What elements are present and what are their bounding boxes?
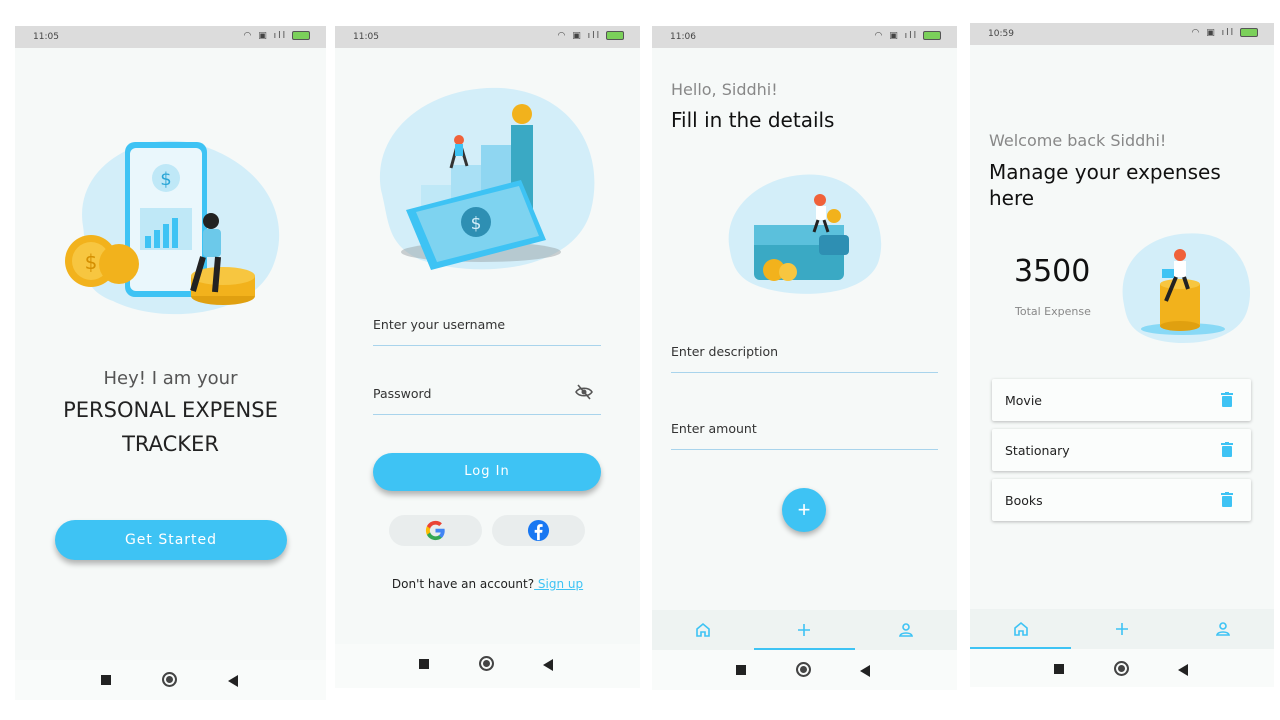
status-time: 11:06 <box>670 32 696 42</box>
back-button[interactable] <box>228 675 238 687</box>
app-title-line1: PERSONAL EXPENSE <box>63 398 278 422</box>
system-nav-bar <box>15 660 326 700</box>
home-button[interactable] <box>162 672 177 687</box>
nav-tab-add[interactable] <box>1071 609 1172 649</box>
add-expense-button[interactable]: + <box>782 488 826 532</box>
home-button[interactable] <box>1114 661 1129 676</box>
recents-button[interactable] <box>736 665 746 675</box>
recents-button[interactable] <box>1054 664 1064 674</box>
phone-coins-illustration: $ $ <box>65 140 280 315</box>
status-icons: ◠ ▣ ıll <box>875 31 941 41</box>
add-icon <box>798 624 811 636</box>
system-nav-bar <box>335 644 640 688</box>
welcome-greeting: Hey! I am your <box>103 368 238 389</box>
svg-text:$: $ <box>85 250 98 274</box>
home-icon <box>1013 621 1028 636</box>
status-icons: ◠ ▣ ıll <box>244 31 310 41</box>
recents-button[interactable] <box>101 675 111 685</box>
home-button[interactable] <box>796 662 811 677</box>
screen-login: 11:05 ◠ ▣ ıll $ Enter your username Pass… <box>335 26 640 688</box>
status-bar: 11:05 ◠ ▣ ıll <box>15 26 326 48</box>
add-icon <box>1115 623 1128 635</box>
nav-tab-profile[interactable] <box>855 610 957 650</box>
nav-tab-profile[interactable] <box>1172 609 1273 649</box>
system-nav-bar <box>970 649 1274 687</box>
expense-item[interactable]: Movie <box>992 379 1251 421</box>
visibility-off-icon[interactable] <box>575 384 593 400</box>
battery-icon <box>1240 28 1258 37</box>
expense-name: Movie <box>1005 393 1042 408</box>
screen-add-expense: 11:06 ◠ ▣ ıll Hello, Siddhi! Fill in the… <box>652 26 957 690</box>
money-stairs-illustration: $ <box>379 87 595 270</box>
back-button[interactable] <box>1178 664 1188 676</box>
description-label: Enter description <box>671 344 779 359</box>
status-icons: ◠ ▣ ıll <box>558 31 624 41</box>
bottom-nav-bar <box>970 609 1274 649</box>
total-expense-value: 3500 <box>1014 254 1091 289</box>
battery-icon <box>606 31 624 40</box>
password-label: Password <box>373 386 432 401</box>
delete-icon[interactable] <box>1221 442 1233 457</box>
facebook-icon <box>527 519 550 542</box>
signup-row: Don't have an account? Sign up <box>335 577 640 591</box>
screen-welcome: 11:05 ◠ ▣ ıll $ $ Hey! I am your PERSONA… <box>15 26 326 700</box>
status-time: 11:05 <box>353 32 379 42</box>
delete-icon[interactable] <box>1221 492 1233 507</box>
back-button[interactable] <box>860 665 870 677</box>
back-button[interactable] <box>543 659 553 671</box>
dashboard-greeting: Welcome back Siddhi! <box>989 131 1167 150</box>
nav-tab-add[interactable] <box>753 610 856 650</box>
amount-field[interactable]: Enter amount <box>671 418 938 450</box>
wallet-illustration <box>728 174 882 294</box>
battery-icon <box>292 31 310 40</box>
expense-name: Stationary <box>1005 443 1070 458</box>
expense-name: Books <box>1005 493 1043 508</box>
google-icon <box>425 520 445 541</box>
status-bar: 11:06 ◠ ▣ ıll <box>652 26 957 48</box>
add-greeting: Hello, Siddhi! <box>671 80 778 99</box>
username-label: Enter your username <box>373 317 506 332</box>
signup-prompt: Don't have an account? <box>391 577 535 591</box>
status-bar: 11:05 ◠ ▣ ıll <box>335 26 640 48</box>
signup-link[interactable]: Sign up <box>534 577 583 591</box>
description-field[interactable]: Enter description <box>671 341 938 373</box>
profile-icon <box>1216 622 1231 636</box>
svg-text:$: $ <box>471 214 482 234</box>
password-field[interactable]: Password <box>373 383 601 415</box>
username-field[interactable]: Enter your username <box>373 314 601 346</box>
status-time: 10:59 <box>988 29 1014 39</box>
expense-item[interactable]: Books <box>992 479 1251 521</box>
login-button[interactable]: Log In <box>373 453 601 491</box>
add-title: Fill in the details <box>671 108 835 132</box>
expense-item[interactable]: Stationary <box>992 429 1251 471</box>
get-started-button[interactable]: Get Started <box>55 520 287 560</box>
app-title-line2: TRACKER <box>122 432 219 456</box>
svg-text:$: $ <box>160 169 171 190</box>
google-login-button[interactable] <box>389 515 482 546</box>
nav-tab-home[interactable] <box>970 609 1072 649</box>
home-button[interactable] <box>479 656 494 671</box>
nav-tab-home[interactable] <box>652 610 754 650</box>
facebook-login-button[interactable] <box>492 515 585 546</box>
amount-label: Enter amount <box>671 421 757 436</box>
dashboard-title-line2: here <box>989 186 1035 210</box>
delete-icon[interactable] <box>1221 392 1233 407</box>
bottom-nav-bar <box>652 610 957 650</box>
recents-button[interactable] <box>419 659 429 669</box>
status-time: 11:05 <box>33 32 59 42</box>
coins-person-illustration <box>1122 233 1251 344</box>
status-icons: ◠ ▣ ıll <box>1192 28 1258 38</box>
battery-icon <box>923 31 941 40</box>
status-bar: 10:59 ◠ ▣ ıll <box>970 23 1274 45</box>
screen-dashboard: 10:59 ◠ ▣ ıll Welcome back Siddhi! Manag… <box>970 23 1274 687</box>
profile-icon <box>898 623 913 637</box>
total-expense-label: Total Expense <box>1015 305 1091 318</box>
system-nav-bar <box>652 650 957 690</box>
dashboard-title-line1: Manage your expenses <box>989 160 1221 184</box>
home-icon <box>695 622 710 637</box>
